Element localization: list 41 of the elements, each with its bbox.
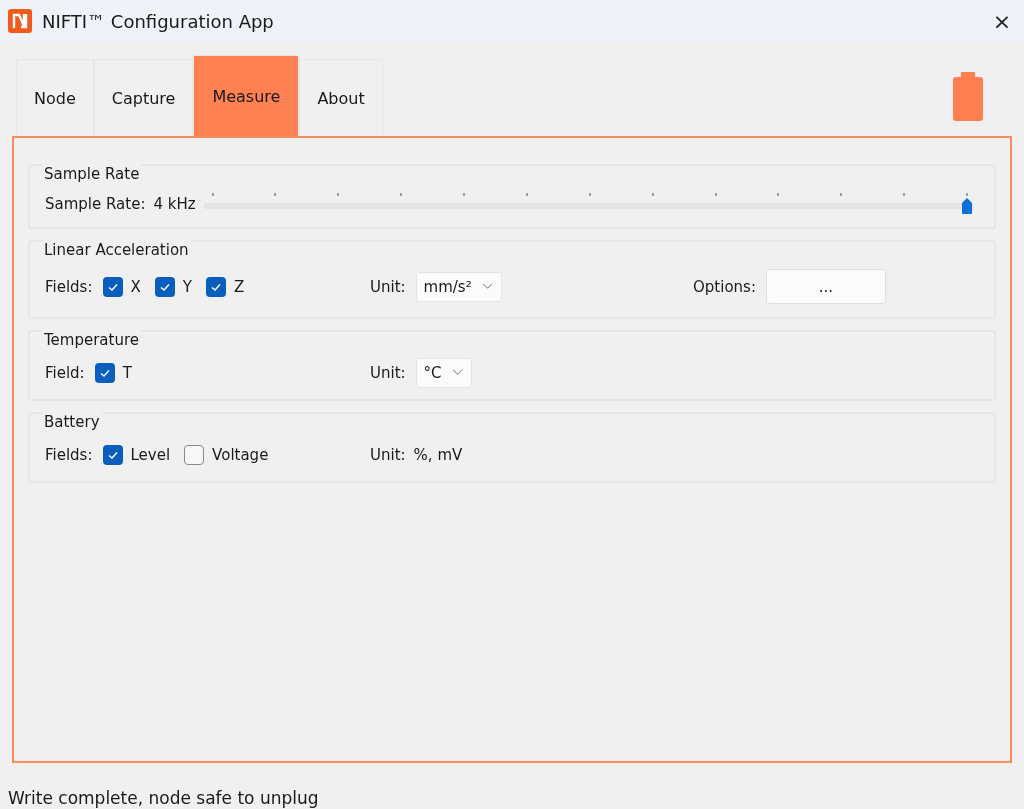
chevron-down-icon xyxy=(451,369,463,376)
status-message: Write complete, node safe to unplug xyxy=(7,787,320,809)
tab[interactable]: Measure xyxy=(193,55,300,136)
close-button[interactable]: × xyxy=(980,0,1024,42)
checkbox[interactable]: Y xyxy=(154,276,192,297)
slider[interactable] xyxy=(203,192,974,215)
empty-box-icon[interactable] xyxy=(184,444,205,465)
options-button[interactable]: ... xyxy=(765,269,886,304)
window-title: NIFTI™ Configuration App xyxy=(42,10,275,32)
group-title: Temperature xyxy=(42,330,142,350)
slider-thumb[interactable] xyxy=(962,197,972,214)
checkbox[interactable]: T xyxy=(94,362,132,383)
fields-label: Fields: xyxy=(45,277,93,296)
battery-icon xyxy=(952,72,984,122)
group-title: Battery xyxy=(42,412,102,432)
unit-dropdown[interactable]: °C xyxy=(415,357,472,388)
tab[interactable]: Node xyxy=(16,59,94,136)
checkbox[interactable]: Level xyxy=(102,444,171,465)
fields-label: Field: xyxy=(45,363,85,382)
sample-rate-reading: 4 kHz xyxy=(153,194,196,213)
chevron-down-icon xyxy=(481,283,493,290)
sample-rate-label: Sample Rate: xyxy=(45,194,146,213)
checked-box-icon[interactable] xyxy=(94,362,115,383)
unit-label: Unit: xyxy=(370,445,406,464)
unit-label: Unit: xyxy=(370,363,406,382)
tab[interactable]: Capture xyxy=(93,59,194,136)
unit-value: %, mV xyxy=(413,445,463,464)
fields-label: Fields: xyxy=(45,445,93,464)
checked-box-icon[interactable] xyxy=(205,276,226,297)
unit-dropdown[interactable]: mm/s² xyxy=(415,271,502,302)
app-logo-icon xyxy=(8,9,32,33)
options-label: Options: xyxy=(693,277,756,296)
tab[interactable]: About xyxy=(299,59,383,136)
checked-box-icon[interactable] xyxy=(102,444,123,465)
checkbox[interactable]: Z xyxy=(205,276,245,297)
checked-box-icon[interactable] xyxy=(154,276,175,297)
unit-label: Unit: xyxy=(370,277,406,296)
group-title: Sample Rate xyxy=(42,164,142,184)
checked-box-icon[interactable] xyxy=(102,276,123,297)
checkbox[interactable]: Voltage xyxy=(184,444,269,465)
checkbox[interactable]: X xyxy=(102,276,141,297)
